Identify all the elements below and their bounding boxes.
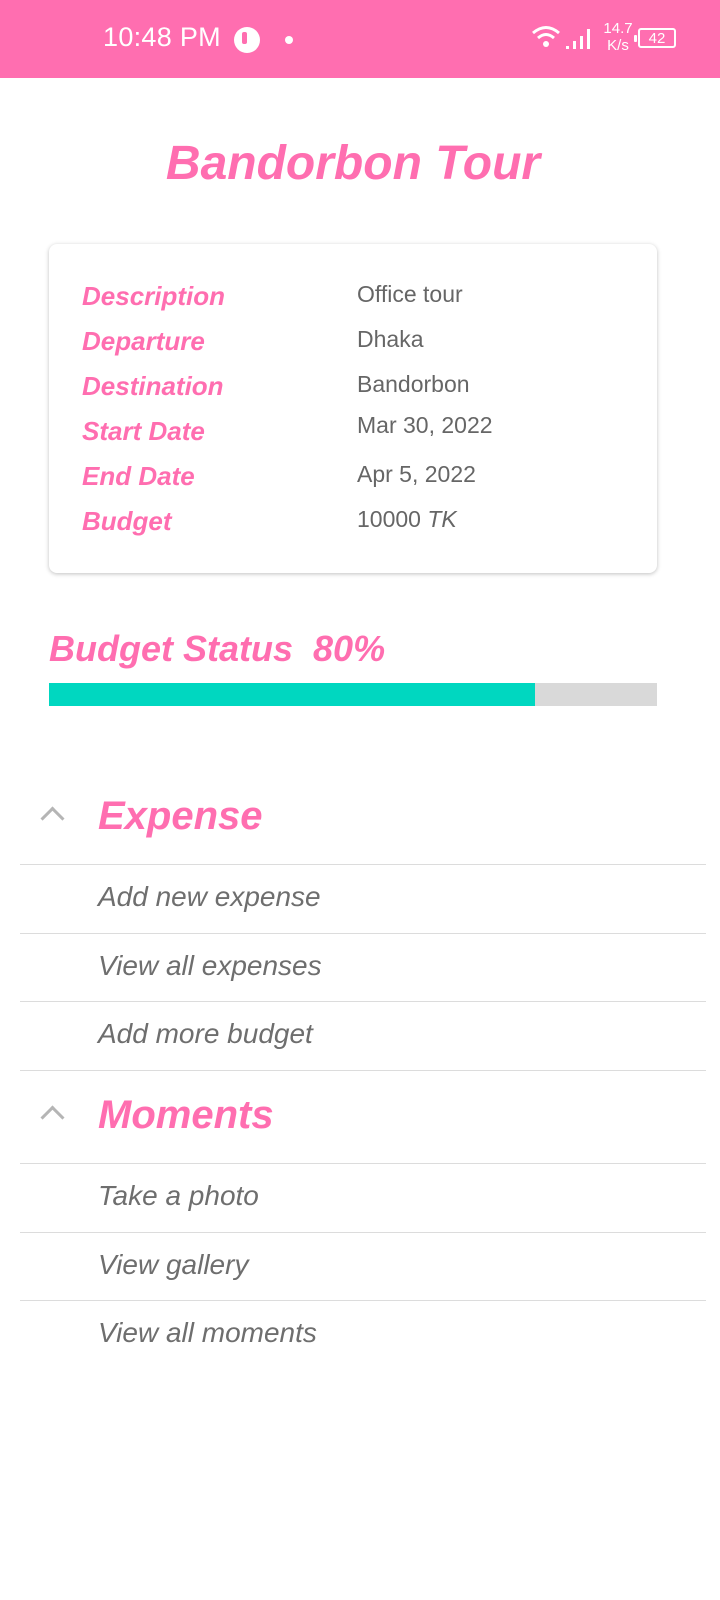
expense-section-title: Expense — [98, 794, 263, 838]
chevron-up-icon[interactable] — [40, 1105, 65, 1130]
signal-icon — [566, 29, 590, 49]
app-notification-icon — [234, 27, 260, 53]
detail-value: 10000 TK — [357, 506, 457, 533]
detail-row-destination: Destination Bandorbon — [49, 371, 657, 411]
detail-row-description: Description Office tour — [49, 281, 657, 321]
list-item-label: Add more budget — [98, 1018, 313, 1049]
detail-value: Office tour — [357, 281, 463, 307]
network-speed: 14.7 K/s — [602, 20, 634, 54]
chevron-up-icon[interactable] — [40, 806, 65, 831]
detail-row-end-date: End Date Apr 5, 2022 — [49, 461, 657, 501]
detail-value: Mar 30, 2022 — [357, 412, 493, 438]
view-gallery-item[interactable]: View gallery — [20, 1232, 706, 1301]
list-item-label: View all moments — [98, 1317, 317, 1348]
network-speed-unit: K/s — [607, 37, 629, 54]
add-new-expense-item[interactable]: Add new expense — [20, 864, 706, 933]
detail-row-start-date: Start Date Mar 30, 2022 — [49, 412, 657, 456]
wifi-icon — [532, 26, 560, 47]
notification-dot-icon — [285, 36, 293, 44]
view-all-expenses-item[interactable]: View all expenses — [20, 933, 706, 1002]
moments-section-header[interactable]: Moments — [20, 1070, 706, 1165]
budget-progress-fill — [49, 683, 536, 706]
budget-status-label: Budget Status — [49, 628, 294, 669]
detail-label: Destination — [82, 371, 224, 401]
view-all-moments-item[interactable]: View all moments — [20, 1300, 706, 1369]
budget-status-heading: Budget Status 80% — [49, 628, 385, 670]
detail-row-departure: Departure Dhaka — [49, 326, 657, 366]
tour-details-card: Description Office tour Departure Dhaka … — [49, 244, 657, 573]
expense-section-header[interactable]: Expense — [20, 772, 706, 866]
budget-progress-bar — [49, 683, 657, 706]
page-title: Bandorbon Tour — [165, 137, 541, 190]
detail-label: End Date — [82, 461, 195, 491]
moments-section-title: Moments — [98, 1093, 274, 1137]
detail-row-budget: Budget 10000 TK — [49, 506, 657, 546]
budget-status-percent: 80% — [313, 628, 386, 669]
detail-label: Budget — [82, 506, 172, 536]
budget-amount: 10000 — [357, 506, 421, 532]
detail-label: Start Date — [82, 416, 205, 446]
list-item-label: Take a photo — [98, 1180, 259, 1211]
battery-icon: 42 — [634, 28, 676, 48]
take-a-photo-item[interactable]: Take a photo — [20, 1163, 706, 1232]
budget-currency: TK — [427, 506, 457, 532]
status-time: 10:48 PM — [103, 22, 221, 52]
list-item-label: View gallery — [98, 1249, 249, 1280]
detail-value: Dhaka — [357, 326, 424, 352]
detail-value: Bandorbon — [357, 371, 470, 397]
status-bar: 10:48 PM 14.7 K/s 42 — [0, 0, 720, 78]
network-speed-value: 14.7 — [603, 20, 633, 37]
detail-label: Departure — [82, 326, 205, 356]
list-item-label: Add new expense — [98, 881, 321, 912]
detail-value: Apr 5, 2022 — [357, 461, 476, 487]
list-item-label: View all expenses — [98, 950, 322, 981]
add-more-budget-item[interactable]: Add more budget — [20, 1001, 706, 1070]
detail-label: Description — [82, 281, 226, 311]
